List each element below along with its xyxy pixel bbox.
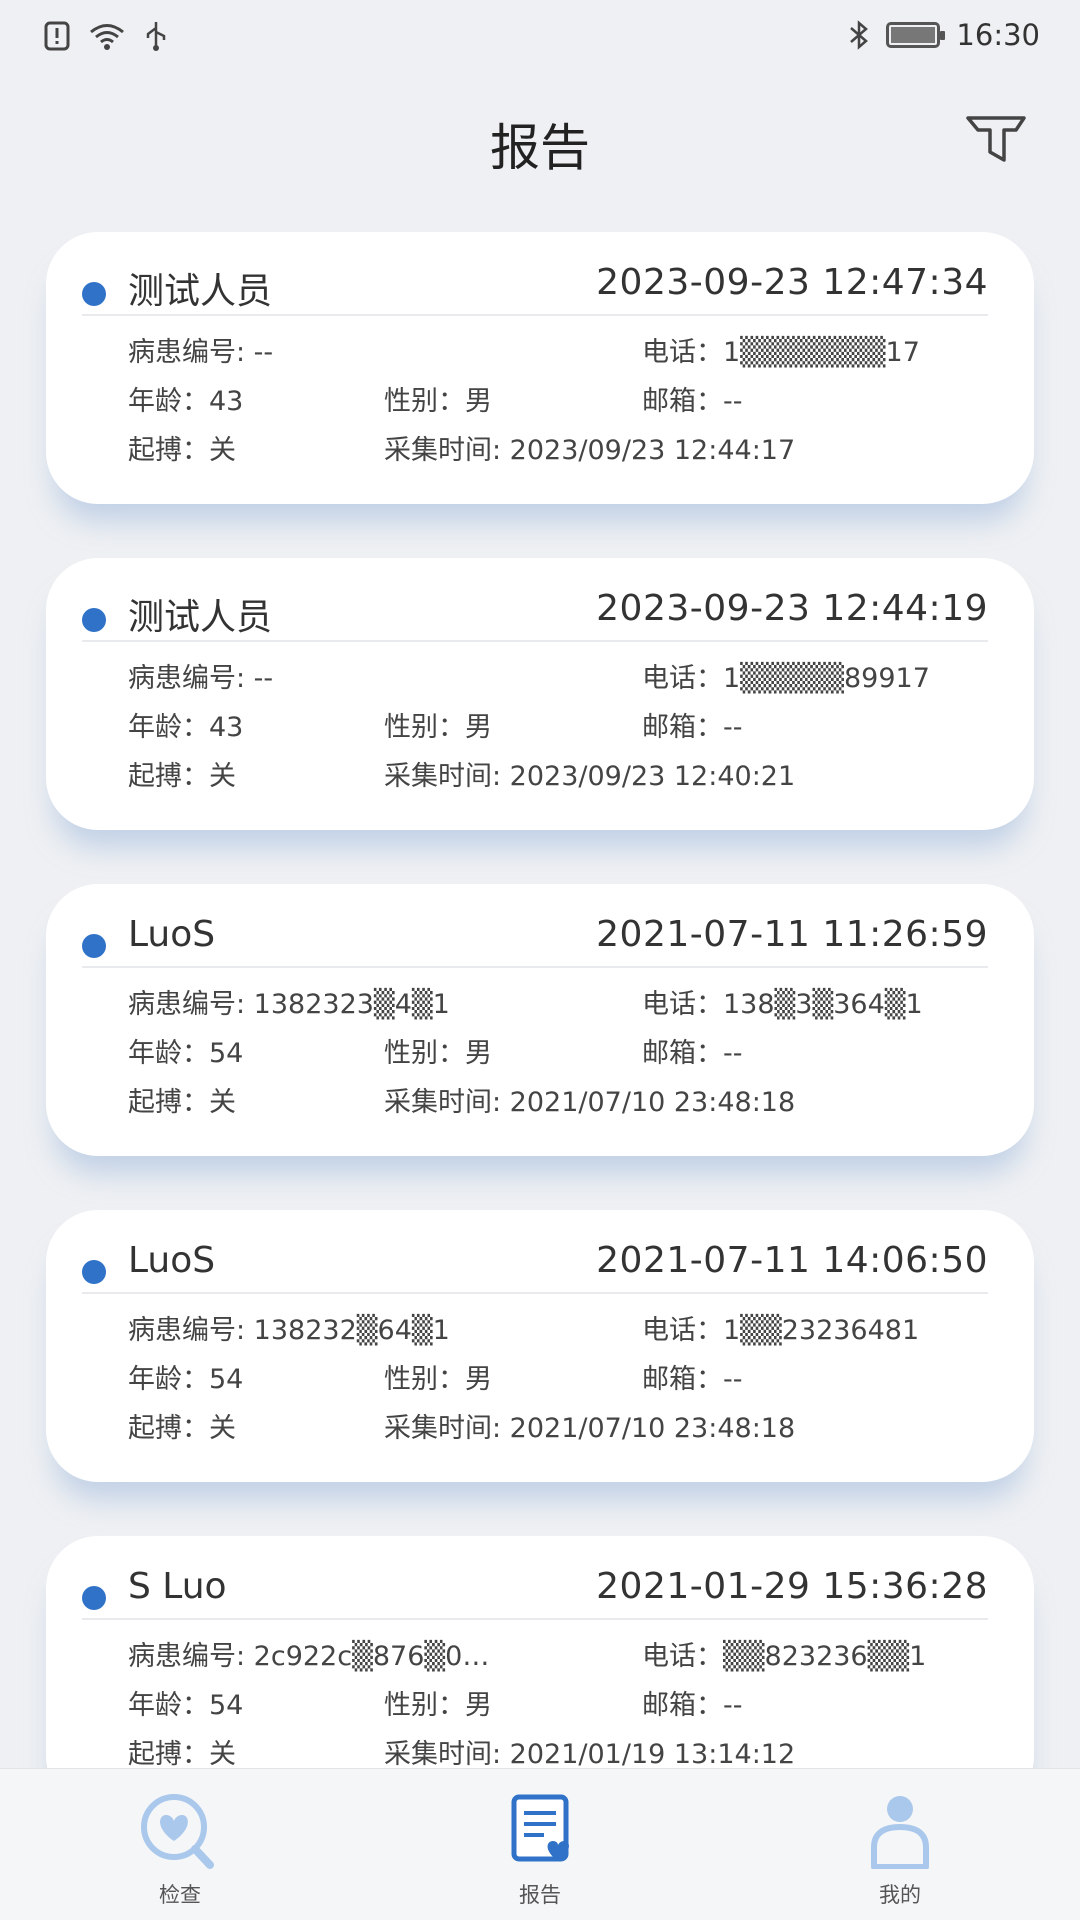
status-dot <box>82 934 106 958</box>
pacing-status: 起搏：关 <box>128 1413 236 1444</box>
status-icons-left <box>44 20 168 52</box>
status-dot <box>82 1586 106 1610</box>
patient-email: 邮箱：-- <box>642 386 743 417</box>
patient-age: 年龄：43 <box>128 712 244 743</box>
patient-gender: 性别：男 <box>384 712 492 743</box>
patient-name: LuoS <box>128 914 216 955</box>
status-dot <box>82 282 106 306</box>
patient-name: 测试人员 <box>128 597 273 638</box>
patient-email: 邮箱：-- <box>642 1690 743 1721</box>
patient-phone: 电话：▒▒823236▒▒1 <box>642 1641 927 1672</box>
card-header: 测试人员 2023-09-23 12:44:19 <box>82 586 988 642</box>
patient-gender: 性别：男 <box>384 1690 492 1721</box>
status-dot <box>82 1260 106 1284</box>
header: 报告 <box>0 100 1080 190</box>
profile-icon <box>871 1796 929 1869</box>
report-datetime: 2023-09-23 12:47:34 <box>596 262 988 303</box>
patient-id: 病患编号: 138232▒64▒1 <box>128 1315 450 1346</box>
nav-check[interactable]: 检查 <box>80 1769 280 1920</box>
nav-mine-label: 我的 <box>879 1883 921 1907</box>
patient-email: 邮箱：-- <box>642 1364 743 1395</box>
patient-id: 病患编号: -- <box>128 663 274 694</box>
patient-id: 病患编号: -- <box>128 337 274 368</box>
patient-phone: 电话：1▒▒▒▒▒▒▒17 <box>642 337 920 368</box>
pacing-status: 起搏：关 <box>128 1739 236 1768</box>
pacing-status: 起搏：关 <box>128 1087 236 1118</box>
filter-icon <box>966 116 1026 162</box>
page-title: 报告 <box>490 119 590 177</box>
patient-gender: 性别：男 <box>384 386 492 417</box>
report-icon <box>511 1794 569 1862</box>
collect-time: 采集时间: 2023/09/23 12:44:17 <box>384 435 796 466</box>
report-card[interactable]: LuoS 2021-07-11 14:06:50 病患编号: 138232▒64… <box>46 1210 1034 1482</box>
patient-phone: 电话：1▒▒▒▒▒89917 <box>642 663 930 694</box>
patient-age: 年龄：43 <box>128 386 244 417</box>
patient-name: S Luo <box>128 1566 227 1607</box>
report-card[interactable]: LuoS 2021-07-11 11:26:59 病患编号: 1382323▒4… <box>46 884 1034 1156</box>
report-datetime: 2021-07-11 11:26:59 <box>596 914 988 955</box>
report-card[interactable]: 测试人员 2023-09-23 12:47:34 病患编号: -- 电话：1▒▒… <box>46 232 1034 504</box>
patient-phone: 电话：1▒▒23236481 <box>642 1315 920 1346</box>
card-header: S Luo 2021-01-29 15:36:28 <box>82 1564 988 1620</box>
check-heart-icon <box>141 1794 214 1869</box>
bottom-nav: 检查 报告 我的 <box>0 1768 1080 1920</box>
report-datetime: 2021-01-29 15:36:28 <box>596 1566 988 1607</box>
patient-phone: 电话：138▒3▒364▒1 <box>642 989 923 1020</box>
patient-id: 病患编号: 2c922c▒876▒06e220... <box>128 1641 498 1672</box>
nav-report[interactable]: 报告 <box>440 1769 640 1920</box>
patient-gender: 性别：男 <box>384 1364 492 1395</box>
patient-age: 年龄：54 <box>128 1364 244 1395</box>
card-header: LuoS 2021-07-11 14:06:50 <box>82 1238 988 1294</box>
report-card[interactable]: 测试人员 2023-09-23 12:44:19 病患编号: -- 电话：1▒▒… <box>46 558 1034 830</box>
patient-name: 测试人员 <box>128 271 273 312</box>
patient-id: 病患编号: 1382323▒4▒1 <box>128 989 450 1020</box>
collect-time: 采集时间: 2023/09/23 12:40:21 <box>384 761 796 792</box>
clock: 16:30 <box>956 18 1040 52</box>
nav-report-label: 报告 <box>519 1883 561 1907</box>
patient-gender: 性别：男 <box>384 1038 492 1069</box>
report-card[interactable]: S Luo 2021-01-29 15:36:28 病患编号: 2c922c▒8… <box>46 1536 1034 1768</box>
patient-email: 邮箱：-- <box>642 712 743 743</box>
battery-icon <box>886 22 946 48</box>
status-bar: 16:30 <box>0 0 1080 78</box>
usb-icon <box>146 22 166 51</box>
report-datetime: 2021-07-11 14:06:50 <box>596 1240 988 1281</box>
report-list[interactable]: 测试人员 2023-09-23 12:47:34 病患编号: -- 电话：1▒▒… <box>0 232 1080 1768</box>
patient-age: 年龄：54 <box>128 1690 244 1721</box>
filter-button[interactable] <box>964 112 1028 168</box>
patient-name: LuoS <box>128 1240 216 1281</box>
wifi-icon <box>90 24 124 50</box>
pacing-status: 起搏：关 <box>128 761 236 792</box>
collect-time: 采集时间: 2021/01/19 13:14:12 <box>384 1739 796 1768</box>
collect-time: 采集时间: 2021/07/10 23:48:18 <box>384 1413 796 1444</box>
report-datetime: 2023-09-23 12:44:19 <box>596 588 988 629</box>
nav-mine[interactable]: 我的 <box>800 1769 1000 1920</box>
pacing-status: 起搏：关 <box>128 435 236 466</box>
bluetooth-icon <box>850 20 869 50</box>
card-header: LuoS 2021-07-11 11:26:59 <box>82 912 988 968</box>
nav-check-label: 检查 <box>159 1883 201 1907</box>
collect-time: 采集时间: 2021/07/10 23:48:18 <box>384 1087 796 1118</box>
patient-email: 邮箱：-- <box>642 1038 743 1069</box>
patient-age: 年龄：54 <box>128 1038 244 1069</box>
alert-icon <box>44 21 70 51</box>
status-icons-right: 16:30 <box>848 18 1040 52</box>
card-header: 测试人员 2023-09-23 12:47:34 <box>82 260 988 316</box>
screen: 16:30 报告 测试人员 2023-09-23 12:47:34 病患编号: … <box>0 0 1080 1920</box>
status-dot <box>82 608 106 632</box>
